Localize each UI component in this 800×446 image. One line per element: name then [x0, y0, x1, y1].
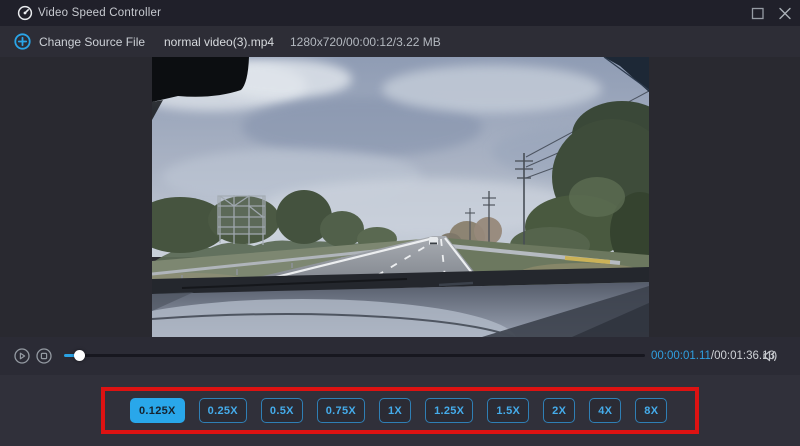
speed-button-0-125x[interactable]: 0.125X	[130, 398, 185, 423]
change-source-label: Change Source File	[39, 35, 145, 49]
close-icon	[778, 7, 792, 20]
play-icon	[14, 348, 30, 364]
speed-bar: 0.125X 0.25X 0.5X 0.75X 1X 1.25X 1.5X 2X…	[0, 375, 800, 446]
file-name: normal video(3).mp4	[164, 26, 274, 57]
video-stage	[0, 57, 800, 337]
speed-button-1-5x[interactable]: 1.5X	[487, 398, 529, 423]
maximize-button[interactable]	[751, 7, 765, 20]
volume-button[interactable]	[762, 349, 779, 363]
seek-slider[interactable]	[64, 354, 645, 358]
seek-thumb[interactable]	[74, 350, 85, 361]
speed-button-4x[interactable]: 4X	[589, 398, 621, 423]
stop-icon	[36, 348, 52, 364]
video-frame[interactable]	[152, 57, 649, 337]
speed-button-1-25x[interactable]: 1.25X	[425, 398, 473, 423]
window-title: Video Speed Controller	[38, 0, 161, 26]
toolbar: Change Source File normal video(3).mp4 1…	[0, 26, 800, 57]
speaker-icon	[762, 349, 779, 363]
speed-button-2x[interactable]: 2X	[543, 398, 575, 423]
file-info: 1280x720/00:00:12/3.22 MB	[290, 26, 441, 57]
speed-button-0-75x[interactable]: 0.75X	[317, 398, 365, 423]
playback-controls: 00:00:01.11/00:01:36.13	[0, 337, 800, 375]
play-button[interactable]	[14, 348, 30, 364]
speed-options: 0.125X 0.25X 0.5X 0.75X 1X 1.25X 1.5X 2X…	[130, 398, 667, 423]
seek-track[interactable]	[64, 354, 645, 357]
titlebar: Video Speed Controller	[0, 0, 800, 26]
speed-button-0-5x[interactable]: 0.5X	[261, 398, 303, 423]
maximize-icon	[751, 7, 765, 20]
speed-button-0-25x[interactable]: 0.25X	[199, 398, 247, 423]
speed-button-1x[interactable]: 1X	[379, 398, 411, 423]
stop-button[interactable]	[36, 348, 52, 364]
current-time: 00:00:01.11	[651, 350, 711, 362]
close-button[interactable]	[778, 7, 792, 20]
speed-button-8x[interactable]: 8X	[635, 398, 667, 423]
app-window: Video Speed Controller Change Source Fil…	[0, 0, 800, 446]
time-display: 00:00:01.11/00:01:36.13	[651, 337, 775, 375]
plus-circle-icon	[14, 33, 31, 50]
change-source-file-button[interactable]: Change Source File	[14, 26, 145, 57]
distant-car	[429, 237, 438, 245]
speedometer-icon	[17, 5, 33, 21]
